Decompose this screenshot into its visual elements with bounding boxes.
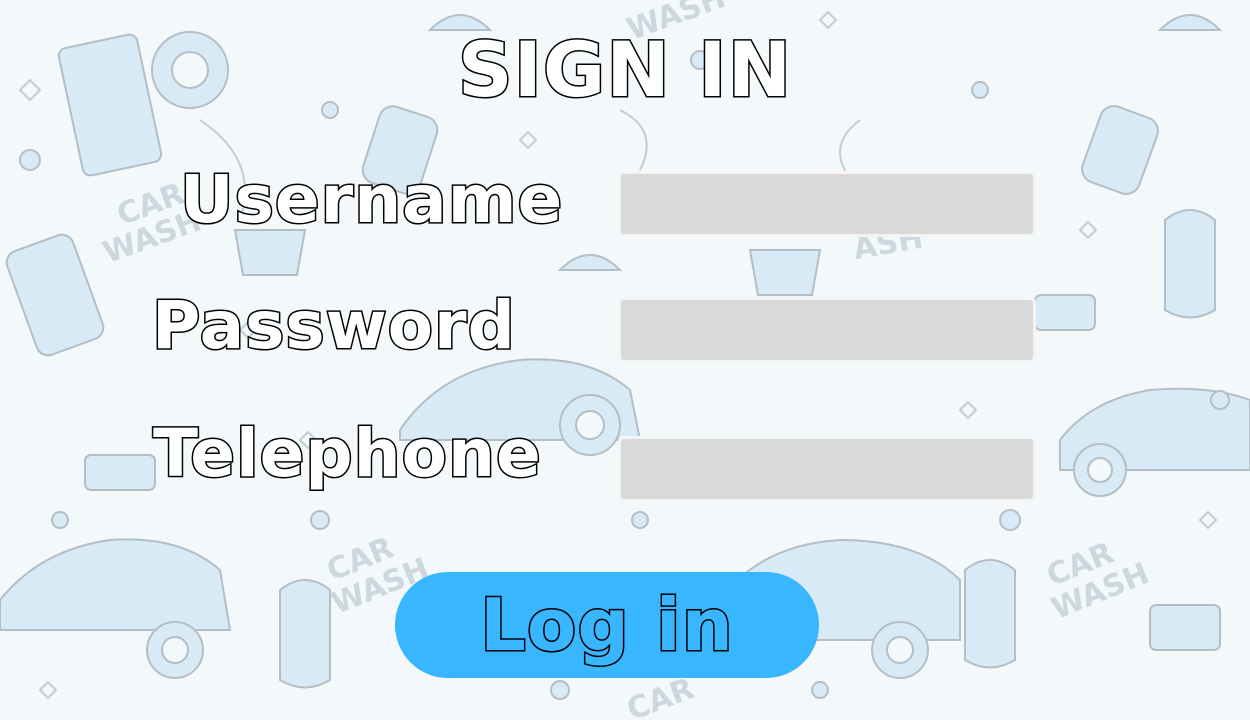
- login-button-label: Log in: [479, 582, 735, 669]
- page-title: SIGN IN: [456, 24, 793, 116]
- telephone-label: Telephone: [152, 414, 543, 494]
- telephone-input[interactable]: [618, 436, 1036, 502]
- password-input[interactable]: [618, 297, 1036, 363]
- username-label: Username: [178, 160, 564, 240]
- username-input[interactable]: [618, 171, 1036, 237]
- login-button[interactable]: Log in: [395, 572, 819, 678]
- password-label: Password: [151, 286, 517, 366]
